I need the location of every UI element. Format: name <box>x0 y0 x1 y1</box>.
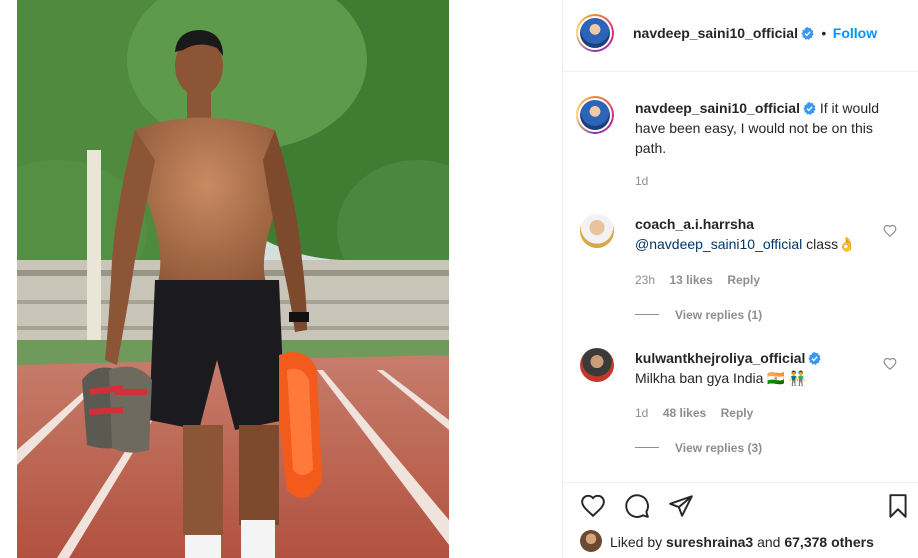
author-username[interactable]: navdeep_saini10_official <box>633 25 798 41</box>
comment-meta: 23h 13 likes Reply <box>635 271 760 289</box>
caption-username[interactable]: navdeep_saini10_official <box>635 100 800 116</box>
follow-button[interactable]: Follow <box>833 25 877 41</box>
liked-by-joiner: and <box>757 534 781 550</box>
small-heart-icon[interactable] <box>883 224 897 238</box>
commenter-username[interactable]: coach_a.i.harrsha <box>635 214 885 234</box>
photo-pane <box>0 0 562 558</box>
comment-age[interactable]: 23h <box>635 273 655 287</box>
comment-mention[interactable]: @navdeep_saini10_official <box>635 236 802 252</box>
view-replies-row: View replies (3) <box>635 439 762 457</box>
bookmark-icon[interactable] <box>885 493 911 519</box>
comment-likes[interactable]: 48 likes <box>663 406 706 420</box>
paper-plane-icon[interactable] <box>668 493 694 519</box>
caption: navdeep_saini10_official If it would hav… <box>635 98 907 158</box>
post-sidebar: navdeep_saini10_official • Follow navdee… <box>562 0 918 558</box>
liked-by-prefix: Liked by <box>610 534 663 550</box>
commenter-username[interactable]: kulwantkhejroliya_official <box>635 350 805 366</box>
post-photo[interactable] <box>17 0 449 558</box>
reply-button[interactable]: Reply <box>721 406 754 420</box>
reply-button[interactable]: Reply <box>727 273 760 287</box>
comment-likes[interactable]: 13 likes <box>669 273 712 287</box>
verified-badge-icon <box>801 27 814 40</box>
commenter-avatar[interactable] <box>580 214 614 248</box>
comment-text: Milkha ban gya India 🇮🇳 👬 <box>635 370 807 386</box>
post-actions: Liked by sureshraina3 and 67,378 others <box>563 482 918 558</box>
caption-avatar[interactable] <box>576 96 614 134</box>
comment-icon[interactable] <box>624 493 650 519</box>
liked-by-user[interactable]: sureshraina3 <box>666 534 753 550</box>
caption-age[interactable]: 1d <box>635 174 648 188</box>
verified-badge-icon <box>803 102 816 115</box>
header-user-line: navdeep_saini10_official • Follow <box>633 25 877 43</box>
comment-item: kulwantkhejroliya_official Milkha ban gy… <box>635 348 885 388</box>
view-replies-button[interactable]: View replies (1) <box>675 308 762 322</box>
author-avatar[interactable] <box>576 14 614 52</box>
liker-avatar[interactable] <box>580 530 602 552</box>
view-replies-row: View replies (1) <box>635 306 762 324</box>
liked-by-line: Liked by sureshraina3 and 67,378 others <box>610 534 874 550</box>
heart-icon[interactable] <box>580 493 606 519</box>
caption-text-line1: If it would <box>819 100 879 116</box>
verified-badge-icon <box>808 352 822 365</box>
replies-divider-line <box>635 447 659 449</box>
comment-meta: 1d 48 likes Reply <box>635 404 753 422</box>
commenter-avatar[interactable] <box>580 348 614 382</box>
caption-text-line2: have been easy, I would not be on this <box>635 120 873 136</box>
replies-divider-line <box>635 314 659 316</box>
liked-by-others[interactable]: 67,378 others <box>784 534 874 550</box>
comment-text: class👌 <box>802 236 856 252</box>
post-header: navdeep_saini10_official • Follow <box>563 0 918 72</box>
comment-item: coach_a.i.harrsha @navdeep_saini10_offic… <box>635 214 885 254</box>
comment-age[interactable]: 1d <box>635 406 648 420</box>
small-heart-icon[interactable] <box>883 357 897 371</box>
follow-separator: • <box>821 25 827 41</box>
caption-text-line3: path. <box>635 140 667 156</box>
post-photo-graphic <box>17 0 449 558</box>
view-replies-button[interactable]: View replies (3) <box>675 441 762 455</box>
